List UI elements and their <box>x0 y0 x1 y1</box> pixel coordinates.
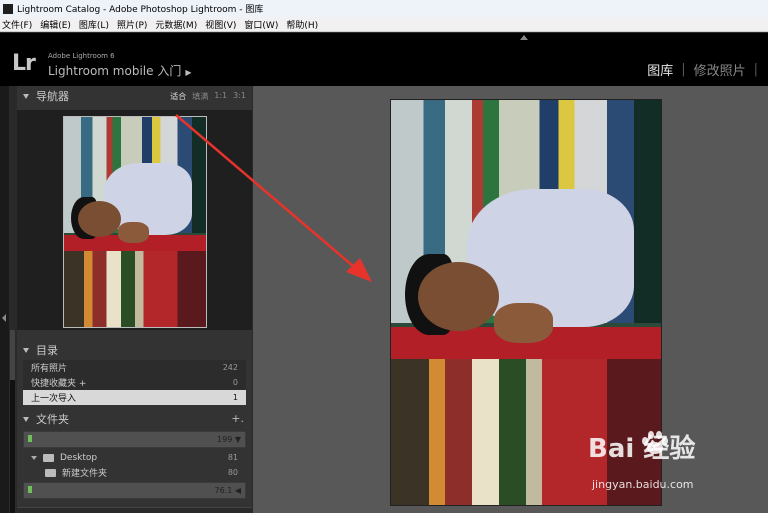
collapse-left-panel-arrow-icon[interactable] <box>2 314 6 322</box>
play-icon: ▶ <box>185 68 192 77</box>
module-develop[interactable]: 修改照片 <box>686 60 754 79</box>
zoom-fill[interactable]: 填满 <box>192 91 208 102</box>
add-folder-button[interactable]: +. <box>231 412 244 425</box>
catalog-row-all-photos[interactable]: 所有照片 242 <box>23 360 246 375</box>
volume-count: 76.1 ◀ <box>214 486 241 495</box>
app-icon <box>3 3 13 14</box>
module-picker: 图库 | 修改照片 | <box>639 60 758 79</box>
catalog-row-label: 所有照片 <box>31 364 68 374</box>
lightroom-mobile-link[interactable]: Lightroom mobile 入门 ▶ <box>48 62 191 79</box>
collections-header-partial[interactable] <box>17 507 252 513</box>
folder-icon <box>45 468 56 477</box>
left-panel-scrollbar[interactable] <box>10 330 15 513</box>
navigator-zoom-options: 适合 填满 1:1 3:1 <box>170 91 246 102</box>
baidu-jingyan-watermark: Bai 经验 jingyan.baidu.com <box>588 428 763 498</box>
scrollbar-thumb[interactable] <box>10 330 15 380</box>
zoom-fit[interactable]: 适合 <box>170 91 186 102</box>
left-panel: 导航器 适合 填满 1:1 3:1 目录 所有照片 242 快捷收藏夹 + 0 … <box>17 86 252 513</box>
catalog-row-count: 242 <box>222 363 238 372</box>
volume-count: 199 ▼ <box>217 435 241 444</box>
lightroom-logo: Lr <box>12 51 36 76</box>
module-library[interactable]: 图库 <box>639 60 681 79</box>
folder-new-folder[interactable]: 新建文件夹 80 <box>23 465 246 480</box>
product-version: Adobe Lightroom 6 <box>48 52 115 60</box>
folder-label: Desktop <box>60 452 98 463</box>
folder-expand-icon[interactable] <box>31 455 37 460</box>
catalog-row-label: 上一次导入 <box>31 394 77 404</box>
navigator-title: 导航器 <box>36 90 69 103</box>
volume-status-led-icon <box>28 486 32 493</box>
menu-edit[interactable]: 编辑(E) <box>38 18 77 31</box>
menu-window[interactable]: 窗口(W) <box>242 18 284 31</box>
volume-row[interactable]: 76.1 ◀ <box>23 482 246 499</box>
folder-desktop[interactable]: Desktop 81 <box>23 450 246 465</box>
identity-plate-bar: Lr Adobe Lightroom 6 Lightroom mobile 入门… <box>0 33 768 86</box>
menu-metadata[interactable]: 元数据(M) <box>153 18 203 31</box>
menu-bar: 文件(F) 编辑(E) 图库(L) 照片(P) 元数据(M) 视图(V) 窗口(… <box>0 17 768 32</box>
left-panel-edge[interactable] <box>0 86 9 513</box>
collapse-top-panel-arrow-icon[interactable] <box>520 35 528 40</box>
menu-photo[interactable]: 照片(P) <box>115 18 153 31</box>
menu-view[interactable]: 视图(V) <box>203 18 242 31</box>
volume-row[interactable]: 199 ▼ <box>23 431 246 448</box>
navigator-thumbnail[interactable] <box>63 116 207 328</box>
expand-triangle-icon <box>23 93 29 99</box>
catalog-row-count: 1 <box>232 393 238 402</box>
volume-status-led-icon <box>28 435 32 442</box>
navigator-preview[interactable] <box>17 110 252 330</box>
zoom-1-1[interactable]: 1:1 <box>214 91 227 102</box>
module-more[interactable]: | <box>754 62 758 77</box>
folder-icon <box>43 453 54 462</box>
catalog-row-previous-import[interactable]: 上一次导入 1 <box>23 390 246 405</box>
baidu-paw-icon <box>642 431 668 454</box>
folders-title: 文件夹 <box>36 413 69 426</box>
menu-help[interactable]: 帮助(H) <box>284 18 324 31</box>
navigator-header[interactable]: 导航器 适合 填满 1:1 3:1 <box>17 86 252 106</box>
expand-triangle-icon <box>23 416 29 422</box>
menu-library[interactable]: 图库(L) <box>77 18 115 31</box>
expand-triangle-icon <box>23 347 29 353</box>
lightroom-mobile-label: Lightroom mobile 入门 <box>48 64 182 78</box>
menu-file[interactable]: 文件(F) <box>0 18 38 31</box>
folder-label: 新建文件夹 <box>62 469 108 479</box>
photo-thumbnail-image <box>64 117 206 327</box>
lightroom-window: Lightroom Catalog - Adobe Photoshop Ligh… <box>0 0 768 513</box>
catalog-row-quick-collection[interactable]: 快捷收藏夹 + 0 <box>23 375 246 390</box>
folders-header[interactable]: 文件夹 +. <box>17 409 252 429</box>
folder-count: 81 <box>227 453 238 462</box>
catalog-row-count: 0 <box>232 378 238 387</box>
catalog-header[interactable]: 目录 <box>17 340 252 360</box>
window-title: Lightroom Catalog - Adobe Photoshop Ligh… <box>17 5 264 15</box>
title-bar: Lightroom Catalog - Adobe Photoshop Ligh… <box>0 0 768 17</box>
watermark-url: jingyan.baidu.com <box>592 478 694 491</box>
zoom-3-1[interactable]: 3:1 <box>233 91 246 102</box>
folder-count: 80 <box>227 468 238 477</box>
catalog-row-label: 快捷收藏夹 + <box>31 379 87 389</box>
catalog-title: 目录 <box>36 344 58 357</box>
